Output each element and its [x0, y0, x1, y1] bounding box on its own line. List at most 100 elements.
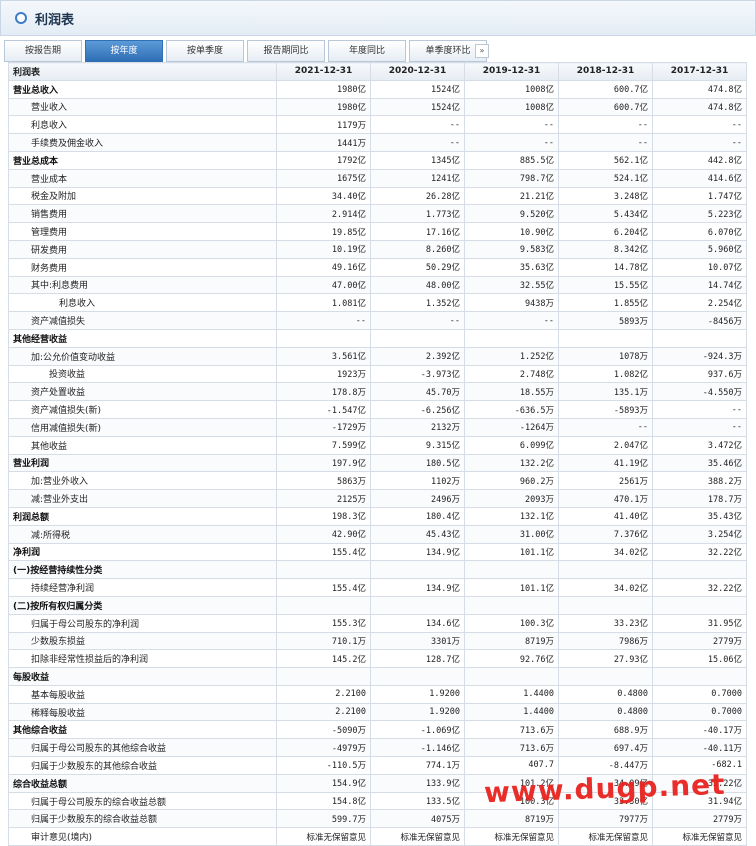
cell-value: 3.254亿 [652, 524, 747, 544]
cell-value: 5.223亿 [652, 204, 747, 224]
table-row: 信用减值损失(新) -1729万 2132万 -1264万 -- -- [8, 417, 747, 437]
tab-0[interactable]: 按报告期 [4, 40, 82, 62]
cell-value: 9438万 [464, 293, 559, 313]
cell-value: -- [464, 133, 559, 152]
cell-value: 14.74亿 [652, 275, 747, 295]
cell-value: 2779万 [652, 809, 747, 829]
tab-2[interactable]: 按单季度 [166, 40, 244, 62]
row-label: 审计意见(境内) [8, 827, 277, 846]
row-label: 其他综合收益 [8, 720, 277, 740]
table-row: 投资收益 1923万 -3.973亿 2.748亿 1.082亿 937.6万 [8, 364, 747, 384]
tab-3[interactable]: 报告期同比 [247, 40, 325, 62]
row-label: 营业总收入 [8, 79, 277, 99]
cell-value: 标准无保留意见 [652, 827, 747, 846]
cell-value: -- [558, 417, 653, 437]
cell-value: 178.8万 [276, 382, 371, 402]
cell-value: 2.2100 [276, 684, 371, 704]
table-row: 归属于母公司股东的其他综合收益 -4979万 -1.146亿 713.6万 697.4万… [8, 738, 747, 758]
row-label: 综合收益总额 [8, 773, 277, 793]
cell-value: -- [276, 311, 371, 330]
cell-value: 128.7亿 [370, 649, 465, 669]
cell-value: 155.3亿 [276, 613, 371, 633]
row-label: 资产处置收益 [8, 382, 277, 402]
cell-value: 600.7亿 [558, 79, 653, 99]
cell-value: 34.02亿 [558, 542, 653, 562]
cell-value: 180.4亿 [370, 506, 465, 526]
cell-value: 5.434亿 [558, 204, 653, 224]
row-label: 利息收入 [8, 115, 277, 135]
row-label: 加:营业外收入 [8, 471, 277, 491]
row-label: 基本每股收益 [8, 684, 277, 704]
table-row: 净利润 155.4亿 134.9亿 101.1亿 34.02亿 32.22亿 [8, 542, 747, 562]
tab-4[interactable]: 年度同比 [328, 40, 406, 62]
cell-value: 31.00亿 [464, 524, 559, 544]
cell-value: 35.46亿 [652, 453, 747, 473]
cell-value: -636.5万 [464, 400, 559, 419]
cell-value: 2.748亿 [464, 364, 559, 384]
cell-value: 1078万 [558, 346, 653, 366]
cell-value: 48.00亿 [370, 275, 465, 295]
cell-value: -924.3万 [652, 346, 747, 366]
cell-value: 41.19亿 [558, 453, 653, 473]
row-label: 归属于少数股东的其他综合收益 [8, 756, 277, 775]
cell-value: 145.2亿 [276, 649, 371, 669]
cell-value: 2.047亿 [558, 435, 653, 455]
table-row: (一)按经营持续性分类 [8, 560, 747, 580]
period-tabs: 按报告期 按年度 按单季度 报告期同比 年度同比 单季度环比 [4, 40, 490, 62]
row-label: 营业收入 [8, 97, 277, 117]
cell-value: -5090万 [276, 720, 371, 740]
row-label: 扣除非经常性损益后的净利润 [8, 649, 277, 669]
cell-value: 5.960亿 [652, 239, 747, 259]
cell-value: 35.43亿 [652, 506, 747, 526]
row-label: 利息收入 [8, 293, 277, 313]
table-row: 扣除非经常性损益后的净利润 145.2亿 128.7亿 92.76亿 27.93亿 15.… [8, 649, 747, 669]
cell-value: 6.204亿 [558, 222, 653, 241]
cell-value: 5893万 [558, 311, 653, 330]
cell-value [652, 328, 747, 348]
cell-value: 标准无保留意见 [464, 827, 559, 846]
cell-value: 388.2万 [652, 471, 747, 491]
cell-value: 2.392亿 [370, 346, 465, 366]
cell-value: 1008亿 [464, 79, 559, 99]
cell-value: 标准无保留意见 [558, 827, 653, 846]
row-label: 投资收益 [8, 364, 277, 384]
table-row: 税金及附加 34.40亿 26.28亿 21.21亿 3.248亿 1.747亿 [8, 186, 747, 206]
cell-value: -6.256亿 [370, 400, 465, 419]
cell-value: 414.6亿 [652, 168, 747, 188]
cell-value: -1264万 [464, 417, 559, 437]
cell-value: 49.16亿 [276, 257, 371, 277]
row-label: 营业总成本 [8, 150, 277, 170]
cell-value: 1008亿 [464, 97, 559, 117]
table-body: 营业总收入 1980亿 1524亿 1008亿 600.7亿 474.8亿 营业收入 1980… [8, 79, 747, 846]
cell-value: 45.43亿 [370, 524, 465, 544]
table-row: 持续经营净利润 155.4亿 134.9亿 101.1亿 34.02亿 32.22亿 [8, 578, 747, 597]
cell-value: 937.6万 [652, 364, 747, 384]
table-row: 其他经营收益 [8, 328, 747, 348]
tabs-more-icon[interactable]: » [475, 44, 489, 58]
tab-1[interactable]: 按年度 [85, 40, 163, 62]
cell-value: 180.5亿 [370, 453, 465, 473]
cell-value: 7.376亿 [558, 524, 653, 544]
cell-value: 0.7000 [652, 684, 747, 704]
table-row: 少数股东损益 710.1万 3301万 8719万 7986万 2779万 [8, 631, 747, 651]
cell-value: -40.11万 [652, 738, 747, 758]
cell-value: 774.1万 [370, 756, 465, 775]
cell-value: 710.1万 [276, 631, 371, 651]
cell-value: 1.9200 [370, 684, 465, 704]
cell-value: 7986万 [558, 631, 653, 651]
cell-value: 27.93亿 [558, 649, 653, 669]
cell-value [370, 667, 465, 686]
row-label: 资产减值损失(新) [8, 400, 277, 419]
cell-value: -110.5万 [276, 756, 371, 775]
cell-value: 133.9亿 [370, 773, 465, 793]
table-row: 营业利润 197.9亿 180.5亿 132.2亿 41.19亿 35.46亿 [8, 453, 747, 473]
cell-value: 155.4亿 [276, 542, 371, 562]
cell-value: -5893万 [558, 400, 653, 419]
row-label: 其他经营收益 [8, 328, 277, 348]
cell-value: 132.1亿 [464, 506, 559, 526]
cell-value [276, 560, 371, 580]
cell-value: 3301万 [370, 631, 465, 651]
cell-value: 14.78亿 [558, 257, 653, 277]
cell-value: 1.4400 [464, 702, 559, 722]
table-row: (二)按所有权归属分类 [8, 595, 747, 615]
